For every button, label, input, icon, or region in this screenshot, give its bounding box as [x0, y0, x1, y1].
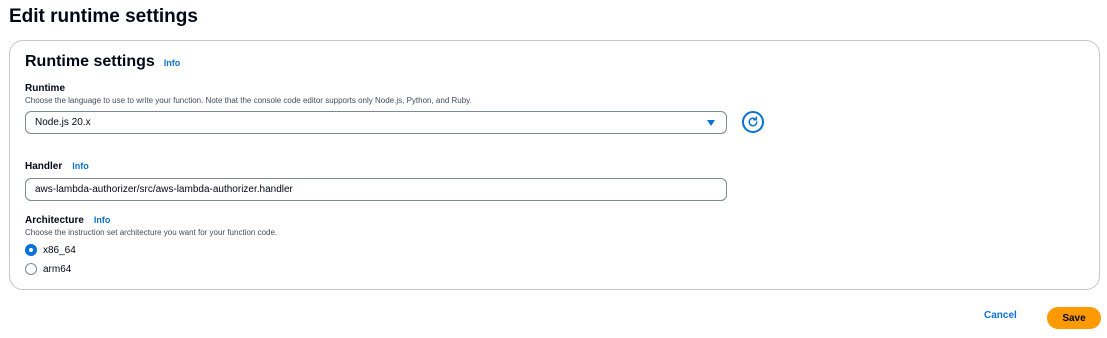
handler-input[interactable] [25, 178, 727, 201]
runtime-field: Runtime Choose the language to use to wr… [25, 83, 472, 105]
refresh-runtime-button[interactable] [742, 111, 764, 133]
radio-label: x86_64 [43, 244, 76, 256]
panel-info-link[interactable]: Info [164, 58, 181, 68]
architecture-description: Choose the instruction set architecture … [25, 228, 278, 237]
architecture-field: Architecture Info Choose the instruction… [25, 215, 277, 237]
radio-button[interactable] [25, 263, 37, 275]
page-title: Edit runtime settings [9, 6, 198, 27]
cancel-button[interactable]: Cancel [984, 310, 1017, 321]
radio-option-arm64[interactable]: arm64 [25, 263, 71, 275]
radio-label: arm64 [43, 263, 72, 275]
panel-header: Runtime settings Info [25, 53, 180, 71]
panel-title: Runtime settings [25, 53, 155, 70]
runtime-label: Runtime [25, 83, 65, 94]
runtime-select[interactable]: Node.js 20.x [25, 111, 727, 134]
caret-down-icon [707, 120, 715, 126]
handler-info-link[interactable]: Info [72, 161, 89, 171]
architecture-label: Architecture [25, 215, 84, 226]
runtime-settings-panel: Runtime settings Info Runtime Choose the… [9, 40, 1100, 290]
radio-button-checked[interactable] [25, 244, 37, 256]
refresh-icon [748, 116, 758, 127]
handler-field: Handler Info [25, 161, 89, 172]
radio-option-x86_64[interactable]: x86_64 [25, 244, 76, 256]
save-button[interactable]: Save [1047, 307, 1101, 329]
runtime-selected-value: Node.js 20.x [35, 117, 91, 128]
runtime-description: Choose the language to use to write your… [25, 96, 472, 105]
handler-label: Handler [25, 161, 63, 172]
architecture-info-link[interactable]: Info [94, 215, 111, 225]
